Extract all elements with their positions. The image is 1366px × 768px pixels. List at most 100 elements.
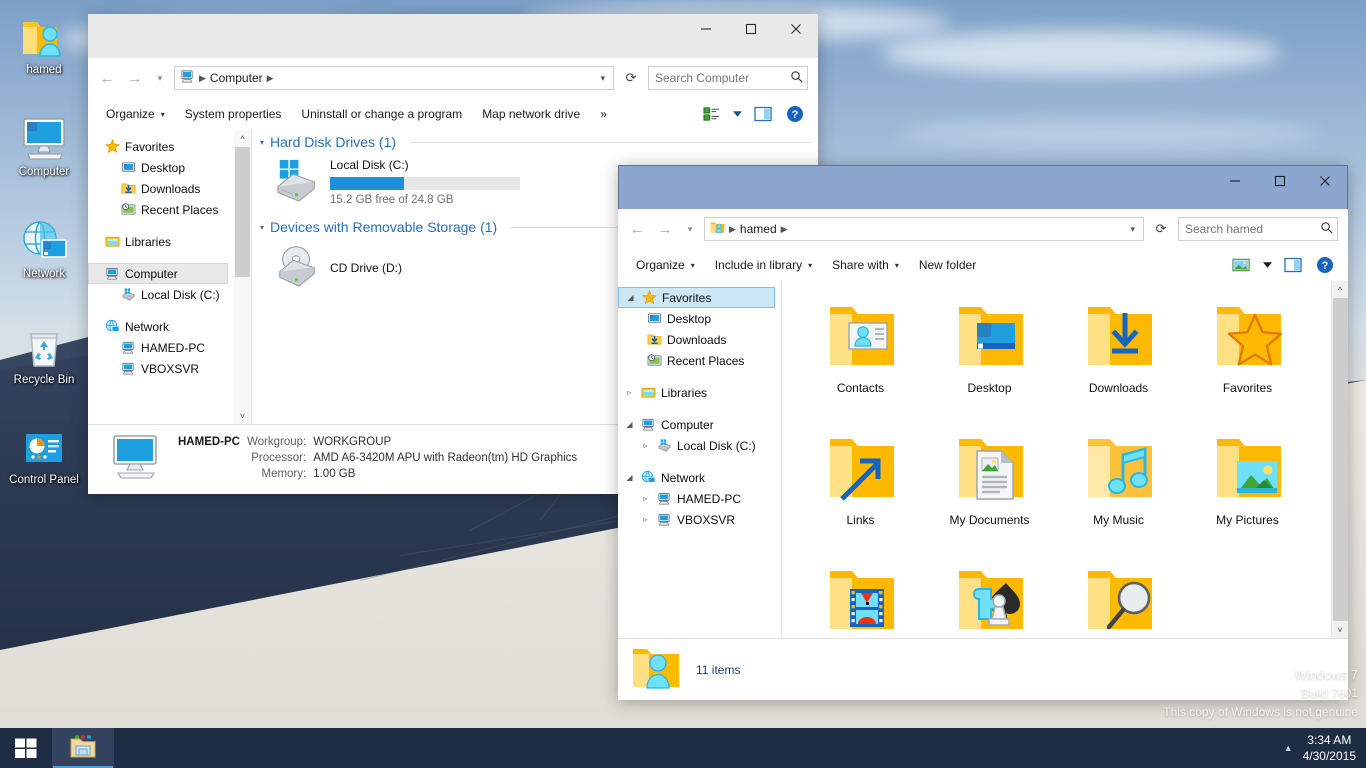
minimize-button[interactable] — [1212, 166, 1257, 196]
nav-item-downloads[interactable]: Downloads — [88, 178, 234, 199]
breadcrumb-hamed[interactable]: hamed — [740, 222, 777, 236]
show-hidden-icons-button[interactable]: ▲ — [1284, 743, 1293, 753]
scroll-thumb[interactable] — [235, 147, 250, 277]
scroll-down-icon[interactable]: ˅ — [1332, 621, 1349, 638]
close-button[interactable] — [1302, 166, 1347, 196]
nav-item-libraries[interactable]: ▹ Libraries — [618, 382, 781, 403]
nav-item-recent-places[interactable]: Recent Places — [88, 199, 234, 220]
recent-pages-button[interactable]: ▾ — [152, 67, 168, 89]
window-hamed[interactable]: ← → ▾ ▶ hamed ▶ ▾ ⟳ Search ha — [618, 165, 1348, 700]
nav-item-hamed-pc[interactable]: HAMED-PC — [88, 337, 234, 358]
address-bar[interactable]: ▶ Computer ▶ ▾ — [174, 66, 614, 90]
forward-button[interactable]: → — [124, 67, 146, 89]
hamed-nav-pane[interactable]: ◢ Favorites Desktop Downloads — [618, 281, 781, 638]
folder-item-saved-games[interactable]: Saved Games — [925, 553, 1054, 638]
address-bar[interactable]: ▶ hamed ▶ ▾ — [704, 217, 1144, 241]
folder-item-my-pictures[interactable]: My Pictures — [1183, 421, 1312, 553]
view-options-caret-icon[interactable] — [730, 102, 744, 126]
search-box[interactable]: Search hamed — [1178, 217, 1338, 241]
nav-item-hamed-pc[interactable]: ▹ HAMED-PC — [618, 488, 781, 509]
view-list-icon[interactable] — [698, 102, 724, 126]
scroll-down-icon[interactable]: ˅ — [234, 407, 251, 424]
taskbar-item-windows-explorer[interactable] — [53, 728, 113, 768]
folder-item-searches[interactable]: Searches — [1054, 553, 1183, 638]
collapse-triangle-icon[interactable]: ▾ — [260, 138, 264, 147]
computer-nav-pane[interactable]: Favorites Desktop Downloads — [88, 130, 234, 424]
folder-item-my-videos[interactable]: My Videos — [796, 553, 925, 638]
nav-item-local-disk-c[interactable]: Local Disk (C:) — [88, 284, 234, 305]
nav-item-favorites[interactable]: ◢ Favorites — [618, 287, 775, 308]
folder-item-favorites[interactable]: Favorites — [1183, 289, 1312, 421]
hamed-address-row[interactable]: ← → ▾ ▶ hamed ▶ ▾ ⟳ Search ha — [618, 209, 1348, 249]
folder-item-downloads[interactable]: Downloads — [1054, 289, 1183, 421]
folder-item-contacts[interactable]: Contacts — [796, 289, 925, 421]
expander-icon[interactable]: ▹ — [624, 388, 635, 397]
toolbar-organize[interactable]: Organize ▾ — [626, 253, 705, 277]
desktop[interactable]: hamed Computer — [0, 0, 1366, 768]
toolbar-share-with[interactable]: Share with ▾ — [822, 253, 909, 277]
taskbar[interactable]: ▲ 3:34 AM 4/30/2015 — [0, 728, 1366, 768]
collapse-triangle-icon[interactable]: ▾ — [260, 223, 264, 232]
computer-address-row[interactable]: ← → ▾ ▶ Computer ▶ ▾ ⟳ Search Computer — [88, 58, 818, 98]
folder-item-links[interactable]: Links — [796, 421, 925, 553]
view-large-icons-icon[interactable] — [1228, 253, 1254, 277]
close-button[interactable] — [773, 14, 818, 44]
nav-item-network[interactable]: ◢ Network — [618, 467, 781, 488]
toolbar-system-properties[interactable]: System properties — [175, 102, 292, 126]
back-button[interactable]: ← — [96, 67, 118, 89]
back-button[interactable]: ← — [626, 218, 648, 240]
desktop-icon-hamed[interactable]: hamed — [6, 10, 82, 77]
nav-item-computer[interactable]: ◢ Computer — [618, 414, 781, 435]
group-header-hard-disk-drives[interactable]: ▾ Hard Disk Drives (1) — [252, 130, 818, 154]
folder-item-my-music[interactable]: My Music — [1054, 421, 1183, 553]
expander-icon[interactable]: ▹ — [640, 515, 651, 524]
hamed-toolbar[interactable]: Organize ▾ Include in library ▾ Share wi… — [618, 249, 1348, 281]
view-options-caret-icon[interactable] — [1260, 253, 1274, 277]
computer-titlebar[interactable] — [88, 14, 818, 58]
breadcrumb-computer[interactable]: Computer — [210, 71, 263, 85]
expander-icon[interactable]: ◢ — [624, 420, 635, 429]
maximize-button[interactable] — [1257, 166, 1302, 196]
scroll-trough[interactable] — [1332, 298, 1349, 621]
nav-item-favorites[interactable]: Favorites — [88, 136, 234, 157]
nav-item-network[interactable]: Network — [88, 316, 234, 337]
computer-toolbar[interactable]: Organize ▾ System properties Uninstall o… — [88, 98, 818, 130]
folder-item-my-documents[interactable]: My Documents — [925, 421, 1054, 553]
forward-button[interactable]: → — [654, 218, 676, 240]
nav-item-vboxsvr[interactable]: VBOXSVR — [88, 358, 234, 379]
desktop-icon-computer[interactable]: Computer — [6, 112, 82, 179]
toolbar-uninstall-or-change-a-program[interactable]: Uninstall or change a program — [291, 102, 472, 126]
search-input[interactable]: Search hamed — [1185, 222, 1263, 236]
expander-icon[interactable]: ▹ — [640, 494, 651, 503]
nav-item-vboxsvr[interactable]: ▹ VBOXSVR — [618, 509, 781, 530]
nav-item-local-disk-c[interactable]: ▹ Local Disk (C:) — [618, 435, 781, 456]
recent-pages-button[interactable]: ▾ — [682, 218, 698, 240]
search-box[interactable]: Search Computer — [648, 66, 808, 90]
start-button[interactable] — [0, 728, 52, 768]
nav-item-desktop[interactable]: Desktop — [618, 308, 781, 329]
folder-item-desktop[interactable]: Desktop — [925, 289, 1054, 421]
nav-item-downloads[interactable]: Downloads — [618, 329, 781, 350]
preview-pane-icon[interactable] — [750, 102, 776, 126]
toolbar-include-in-library[interactable]: Include in library ▾ — [705, 253, 822, 277]
refresh-button[interactable]: ⟳ — [1150, 218, 1172, 240]
help-icon[interactable]: ? — [782, 102, 808, 126]
hamed-titlebar[interactable] — [618, 165, 1348, 209]
scroll-thumb[interactable] — [1333, 298, 1348, 621]
expander-icon[interactable]: ◢ — [625, 293, 636, 302]
nav-item-libraries[interactable]: Libraries — [88, 231, 234, 252]
nav-item-recent-places[interactable]: Recent Places — [618, 350, 781, 371]
preview-pane-icon[interactable] — [1280, 253, 1306, 277]
scroll-trough[interactable] — [234, 147, 251, 407]
address-dropdown-icon[interactable]: ▾ — [600, 73, 609, 84]
scroll-up-icon[interactable]: ^ — [234, 130, 251, 147]
expander-icon[interactable]: ▹ — [640, 441, 651, 450]
hamed-content[interactable]: Contacts — [782, 281, 1331, 638]
toolbar-overflow-button[interactable]: » — [590, 102, 617, 126]
nav-item-computer[interactable]: Computer — [88, 263, 228, 284]
scroll-up-icon[interactable]: ^ — [1332, 281, 1349, 298]
refresh-button[interactable]: ⟳ — [620, 67, 642, 89]
minimize-button[interactable] — [683, 14, 728, 44]
desktop-icon-recycle-bin[interactable]: Recycle Bin — [6, 320, 82, 387]
taskbar-clock[interactable]: 3:34 AM 4/30/2015 — [1303, 732, 1356, 764]
